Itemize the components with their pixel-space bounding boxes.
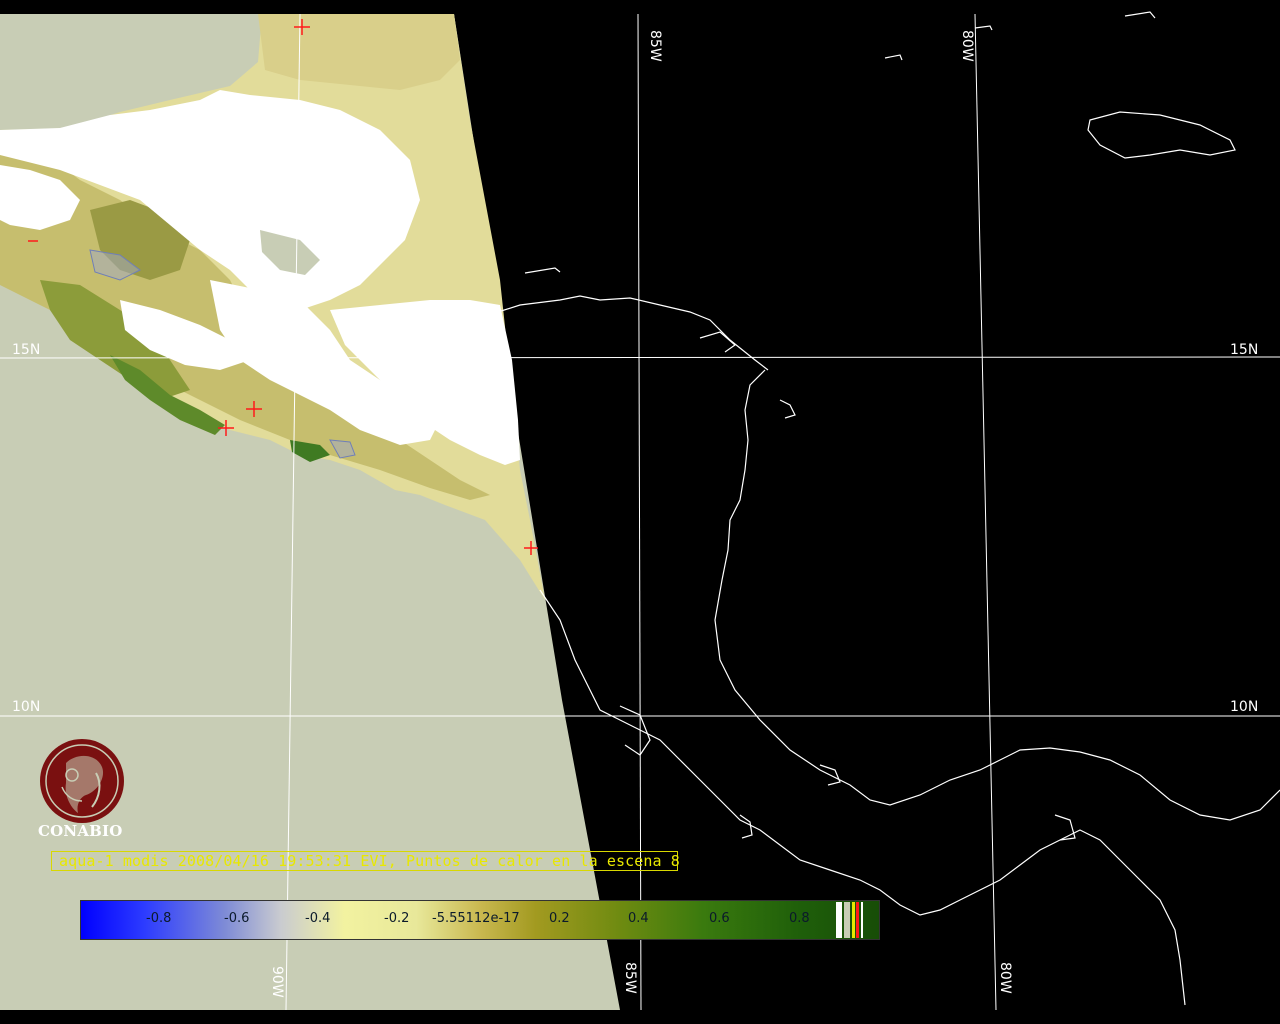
lon-label-80w-top: 80W — [959, 30, 975, 62]
lat-label-10n-right: 10N — [1230, 699, 1259, 715]
colorbar-tick: -0.2 — [384, 911, 410, 926]
lat-label-10n-left: 10N — [12, 699, 41, 715]
conabio-logo-text: CONABIO — [38, 822, 123, 840]
colorbar-swatch-cloud — [836, 902, 842, 938]
colorbar-tick: -0.4 — [305, 911, 331, 926]
lat-label-15n-right: 15N — [1230, 342, 1259, 358]
lon-label-90w-bottom: 90W — [269, 966, 285, 998]
colorbar-swatch-yellow — [852, 902, 855, 938]
lon-label-80w-bottom: 80W — [997, 962, 1013, 994]
lon-label-85w-top: 85W — [647, 30, 663, 62]
colorbar-tick: -0.6 — [224, 911, 250, 926]
colorbar-swatch-white2 — [861, 902, 863, 938]
caption-text: aqua-1 modis 2008/04/16 19:53:31 EVI, Pu… — [59, 852, 680, 870]
colorbar-tick: 0.6 — [709, 911, 730, 926]
colorbar-tick: 0.8 — [789, 911, 810, 926]
colorbar-swatch-grey — [844, 902, 850, 938]
lon-label-85w-bottom: 85W — [622, 962, 638, 994]
colorbar-tick: 0.2 — [549, 911, 570, 926]
colorbar-tick: 0.4 — [628, 911, 649, 926]
colorbar-tick: -5.55112e-17 — [432, 911, 520, 926]
lat-label-15n-left: 15N — [12, 342, 41, 358]
colorbar-swatch-red — [856, 902, 859, 938]
colorbar-tick: -0.8 — [146, 911, 172, 926]
